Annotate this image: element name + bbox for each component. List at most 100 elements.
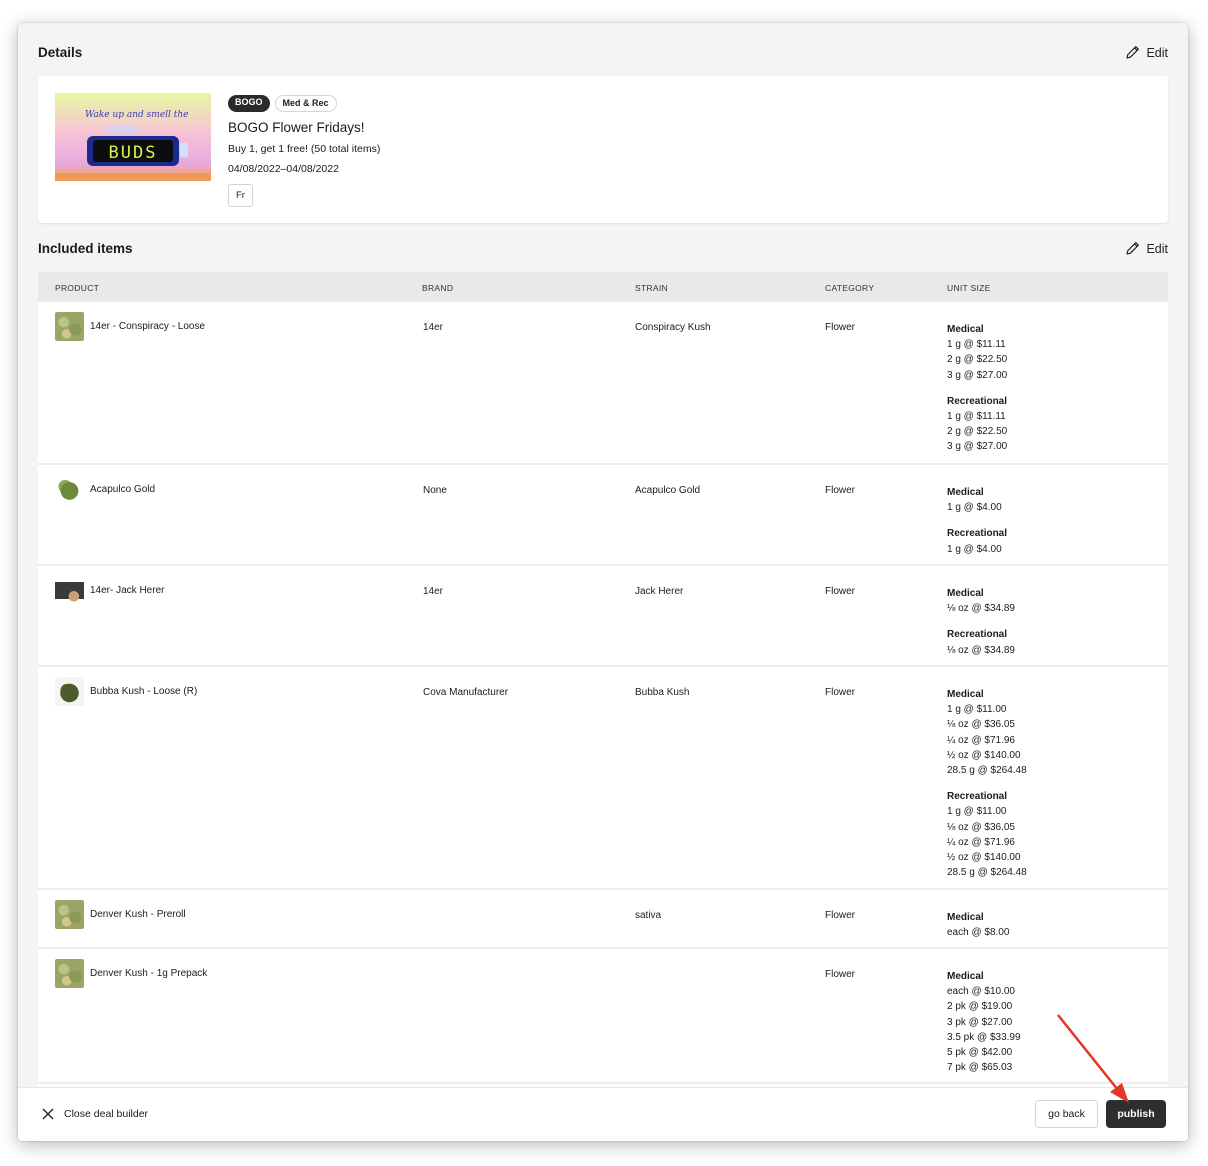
product-thumbnail bbox=[55, 959, 84, 988]
details-header: Details Edit bbox=[38, 45, 1168, 60]
included-items-table: PRODUCT BRAND STRAIN CATEGORY UNIT SIZE … bbox=[38, 272, 1168, 1092]
product-cell: Bubba Kush - Loose (R) bbox=[55, 677, 197, 706]
unit-size-cell: Medical each @ $8.00 bbox=[947, 910, 1009, 951]
table-row[interactable]: 14er - Conspiracy - Loose 14er Conspiracy … bbox=[38, 302, 1168, 465]
unit-group-label: Recreational bbox=[947, 791, 1008, 803]
product-name: Bubba Kush - Loose (R) bbox=[90, 686, 198, 697]
product-name: 14er- Jack Herer bbox=[90, 585, 165, 596]
unit-price-line: 1 g @ $11.11 bbox=[947, 411, 1006, 423]
table-header: PRODUCT BRAND STRAIN CATEGORY UNIT SIZE bbox=[38, 272, 1168, 302]
unit-price-line: each @ $10.00 bbox=[947, 986, 1015, 998]
product-cell: 14er - Conspiracy - Loose bbox=[55, 312, 205, 341]
unit-group: Medical each @ $8.00 bbox=[947, 910, 1009, 940]
unit-price-line: ⅛ oz @ $36.05 bbox=[947, 719, 1015, 731]
unit-price-line: 28.5 g @ $264.48 bbox=[947, 867, 1027, 879]
promo-info: BOGO Med & Rec BOGO Flower Fridays! Buy … bbox=[228, 95, 380, 207]
product-thumbnail bbox=[55, 576, 84, 605]
product-thumbnail bbox=[55, 475, 84, 504]
unit-price-line: 3 g @ $27.00 bbox=[947, 441, 1008, 453]
unit-group-label: Recreational bbox=[947, 395, 1008, 407]
unit-group-label: Medical bbox=[947, 912, 984, 923]
deal-builder-window: Details Edit Wake up and smell the BUDS … bbox=[18, 23, 1188, 1141]
publish-button[interactable]: publish bbox=[1106, 1100, 1166, 1128]
go-back-button[interactable]: go back bbox=[1035, 1100, 1098, 1128]
unit-size-cell: Medical ⅛ oz @ $34.89 Recreational ⅛ oz @ $… bbox=[947, 586, 1015, 669]
unit-price-line: 3 g @ $27.00 bbox=[947, 369, 1008, 381]
unit-group-label: Medical bbox=[947, 971, 984, 982]
badge-med-rec: Med & Rec bbox=[274, 95, 337, 112]
close-icon bbox=[42, 1108, 54, 1120]
included-edit-button[interactable]: Edit bbox=[1125, 241, 1168, 256]
strain-cell: Jack Herer bbox=[635, 586, 684, 597]
promo-description: Buy 1, get 1 free! (50 total items) bbox=[228, 143, 381, 155]
unit-price-line: 2 pk @ $19.00 bbox=[947, 1001, 1013, 1013]
product-thumbnail bbox=[55, 900, 84, 929]
product-thumbnail bbox=[55, 677, 84, 706]
unit-size-cell: Medical 1 g @ $11.11 2 g @ $22.50 3 g @ $27… bbox=[947, 322, 1007, 466]
unit-group-label: Medical bbox=[947, 324, 984, 335]
unit-group: Recreational ⅛ oz @ $34.89 bbox=[947, 627, 1015, 657]
unit-price-line: 1 g @ $11.00 bbox=[947, 806, 1007, 818]
unit-price-line: ⅛ oz @ $36.05 bbox=[947, 821, 1015, 833]
included-header: Included items Edit bbox=[38, 241, 1168, 256]
table-row[interactable]: Acapulco Gold None Acapulco Gold Flower Medi… bbox=[38, 465, 1168, 566]
unit-group: Medical 1 g @ $11.11 2 g @ $22.50 3 g @ $27… bbox=[947, 322, 1007, 383]
unit-price-line: ¼ oz @ $71.96 bbox=[947, 734, 1015, 746]
category-cell: Flower bbox=[825, 687, 856, 698]
brand-cell: Cova Manufacturer bbox=[423, 687, 509, 698]
close-deal-builder-button[interactable]: Close deal builder bbox=[41, 1107, 148, 1121]
unit-group: Recreational 1 g @ $11.11 2 g @ $22.50 3 g … bbox=[947, 394, 1007, 455]
table-row[interactable]: Bubba Kush - Loose (R) Cova Manufacturer B… bbox=[38, 667, 1168, 890]
brand-cell: 14er bbox=[423, 586, 444, 597]
unit-price-line: 28.5 g @ $264.48 bbox=[947, 765, 1027, 777]
unit-price-line: 2 g @ $22.50 bbox=[947, 354, 1008, 366]
strain-cell: Conspiracy Kush bbox=[635, 322, 711, 333]
unit-price-line: each @ $8.00 bbox=[947, 927, 1010, 939]
pencil-icon bbox=[1126, 242, 1140, 255]
unit-price-line: 5 pk @ $42.00 bbox=[947, 1047, 1013, 1059]
category-cell: Flower bbox=[825, 586, 856, 597]
strain-cell: sativa bbox=[635, 910, 662, 921]
product-name: Acapulco Gold bbox=[90, 484, 156, 495]
unit-group: Medical ⅛ oz @ $34.89 bbox=[947, 586, 1015, 616]
footer-bar: Close deal builder go back publish bbox=[18, 1087, 1188, 1141]
unit-price-line: ¼ oz @ $71.96 bbox=[947, 836, 1015, 848]
table-row[interactable]: Denver Kush - Preroll sativa Flower Medical… bbox=[38, 890, 1168, 949]
unit-group-label: Medical bbox=[947, 689, 984, 700]
unit-price-line: ½ oz @ $140.00 bbox=[947, 749, 1021, 761]
unit-size-cell: Medical each @ $10.00 2 pk @ $19.00 3 pk @ … bbox=[947, 969, 1021, 1086]
table-row[interactable]: Denver Kush - 1g Prepack Flower Medical eac… bbox=[38, 949, 1168, 1084]
unit-group: Medical 1 g @ $11.00 ⅛ oz @ $36.05 ¼ oz @ $… bbox=[947, 687, 1027, 778]
details-edit-button[interactable]: Edit bbox=[1125, 45, 1168, 60]
category-cell: Flower bbox=[825, 322, 856, 333]
column-header-brand: BRAND bbox=[422, 283, 454, 293]
unit-group: Medical each @ $10.00 2 pk @ $19.00 3 pk @ … bbox=[947, 969, 1021, 1075]
strain-cell: Bubba Kush bbox=[635, 687, 690, 698]
promo-date-range: 04/08/2022–04/08/2022 bbox=[228, 163, 339, 175]
unit-size-cell: Medical 1 g @ $4.00 Recreational 1 g @ $4.0… bbox=[947, 485, 1007, 568]
category-cell: Flower bbox=[825, 969, 856, 980]
brand-cell: 14er bbox=[423, 322, 444, 333]
unit-group-label: Recreational bbox=[947, 629, 1008, 641]
promo-image-script: Wake up and smell the bbox=[85, 110, 189, 120]
unit-group: Recreational 1 g @ $11.00 ⅛ oz @ $36.05 ¼ o… bbox=[947, 789, 1027, 880]
unit-price-line: 3 pk @ $27.00 bbox=[947, 1016, 1013, 1028]
day-chip-friday: Fr bbox=[228, 184, 253, 207]
table-body: 14er - Conspiracy - Loose 14er Conspiracy … bbox=[38, 302, 1168, 1084]
unit-price-line: 2 g @ $22.50 bbox=[947, 426, 1008, 438]
promo-badges: BOGO Med & Rec bbox=[228, 95, 380, 112]
product-name: 14er - Conspiracy - Loose bbox=[90, 321, 206, 332]
promo-image: Wake up and smell the BUDS bbox=[55, 93, 211, 181]
unit-size-cell: Medical 1 g @ $11.00 ⅛ oz @ $36.05 ¼ oz @ $… bbox=[947, 687, 1027, 891]
included-edit-label: Edit bbox=[1146, 241, 1168, 256]
table-row[interactable]: 14er- Jack Herer 14er Jack Herer Flower Medi… bbox=[38, 566, 1168, 667]
pencil-icon bbox=[1126, 46, 1140, 59]
unit-group-label: Medical bbox=[947, 588, 984, 599]
product-thumbnail bbox=[55, 312, 84, 341]
unit-price-line: 1 g @ $4.00 bbox=[947, 502, 1002, 514]
product-cell: Denver Kush - 1g Prepack bbox=[55, 959, 207, 988]
unit-price-line: 3.5 pk @ $33.99 bbox=[947, 1031, 1021, 1043]
column-header-unit-size: UNIT SIZE bbox=[947, 283, 991, 293]
unit-price-line: 7 pk @ $65.03 bbox=[947, 1062, 1013, 1074]
unit-price-line: ⅛ oz @ $34.89 bbox=[947, 603, 1015, 615]
